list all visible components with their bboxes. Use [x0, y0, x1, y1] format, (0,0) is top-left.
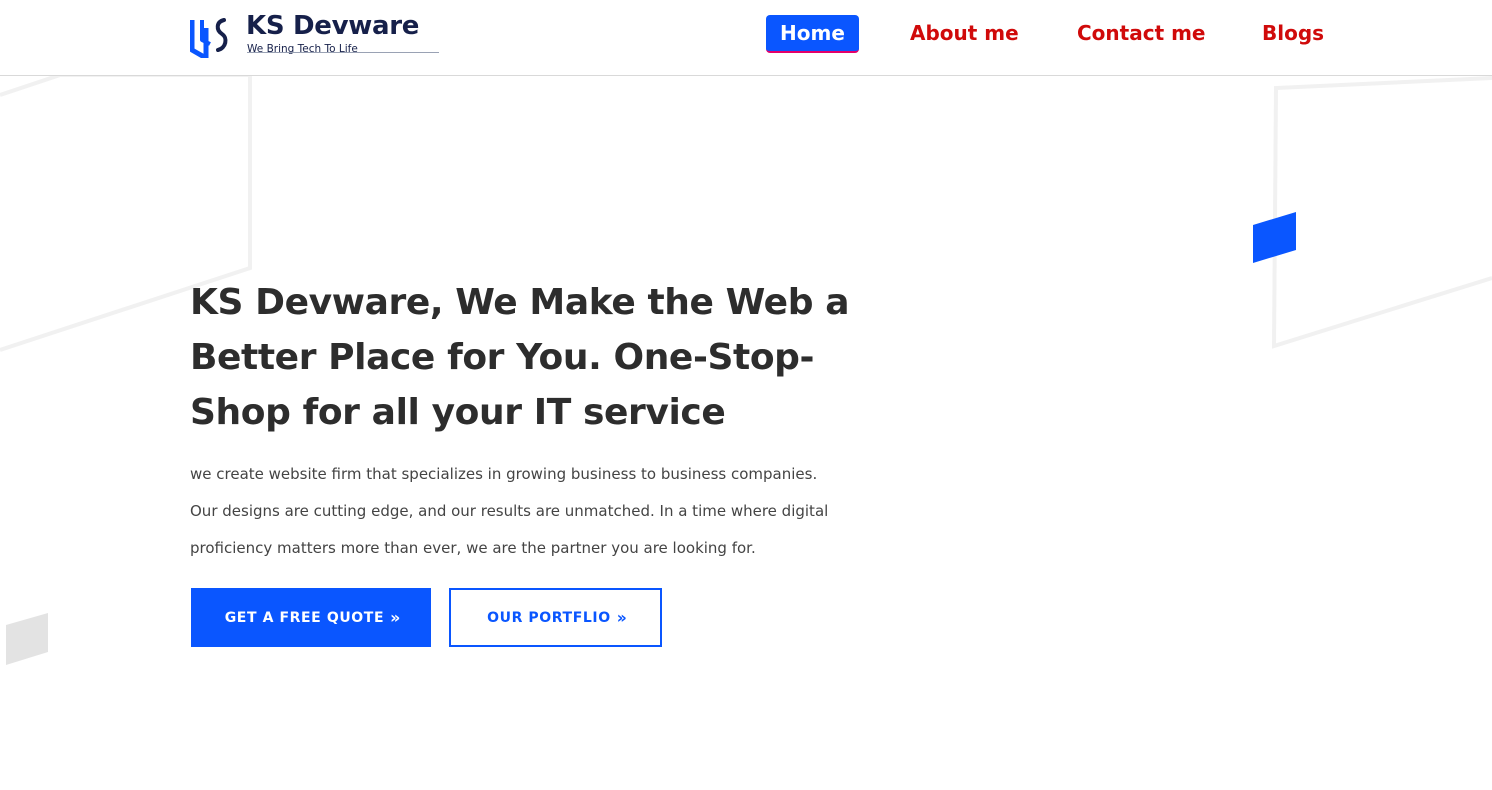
hero-description: we create website firm that specializes …: [190, 465, 829, 557]
double-chevron-right-icon: ››: [616, 608, 627, 627]
get-free-quote-label: GET A FREE QUOTE: [224, 609, 385, 626]
get-free-quote-button[interactable]: GET A FREE QUOTE ››: [191, 588, 431, 647]
nav-blogs-link[interactable]: Blogs: [1262, 15, 1324, 52]
main-nav: Home About me Contact me Blogs: [0, 15, 1492, 53]
our-portfolio-label: OUR PORTFLIO: [487, 609, 611, 626]
site-header: KS Devware We Bring Tech To Life Home Ab…: [0, 0, 1492, 76]
hero-title: KS Devware, We Make the Web a Better Pla…: [190, 282, 850, 433]
page: KS Devware We Bring Tech To Life Home Ab…: [0, 0, 1492, 790]
our-portfolio-button[interactable]: OUR PORTFLIO ››: [449, 588, 662, 647]
nav-contact-link[interactable]: Contact me: [1077, 15, 1206, 52]
nav-about-link[interactable]: About me: [910, 15, 1019, 52]
double-chevron-right-icon: ››: [390, 608, 400, 627]
decor-blue-parallelogram: [1253, 212, 1296, 263]
nav-home-link[interactable]: Home: [766, 15, 859, 53]
decor-gray-parallelogram: [6, 613, 48, 665]
decor-outline-right: [1271, 76, 1492, 349]
